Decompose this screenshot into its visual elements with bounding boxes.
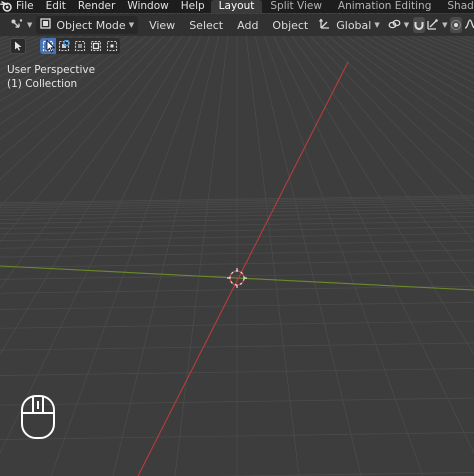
tab-animation-editing[interactable]: Animation Editing — [330, 0, 439, 13]
falloff-dropdown[interactable]: ▼ — [462, 16, 474, 34]
menu-object[interactable]: Object — [265, 19, 315, 32]
viewport-editor-icon — [10, 18, 24, 33]
select-tool-icon[interactable] — [10, 38, 26, 54]
select-subtract-icon[interactable] — [72, 38, 88, 54]
orientation-icon — [319, 18, 331, 33]
menu-add[interactable]: Add — [230, 19, 265, 32]
falloff-curve-icon — [464, 18, 474, 33]
viewport-header: ▼ Object Mode ▼ View Select Add Object G… — [0, 14, 474, 36]
chevron-down-icon: ▼ — [128, 21, 135, 29]
snap-target-dropdown[interactable]: ▼ — [425, 16, 449, 34]
transform-orientation-dropdown[interactable]: Global ▼ — [315, 16, 383, 34]
chevron-down-icon: ▼ — [27, 21, 33, 29]
select-extend-icon[interactable] — [56, 38, 72, 54]
magnet-icon[interactable] — [413, 17, 426, 33]
top-menu-bar: File Edit Render Window Help Layout Spli… — [0, 0, 474, 13]
menu-select[interactable]: Select — [182, 19, 230, 32]
mouse-cursor-icon — [46, 40, 55, 53]
chevron-down-icon: ▼ — [442, 21, 448, 29]
blender-logo-icon[interactable] — [0, 0, 12, 13]
select-intersect-icon[interactable] — [104, 38, 120, 54]
proportional-edit-icon[interactable] — [449, 17, 462, 33]
mode-dropdown[interactable]: Object Mode ▼ — [36, 16, 139, 34]
link-icon — [388, 18, 401, 33]
view-name-label: User Perspective — [7, 64, 96, 76]
chevron-down-icon: ▼ — [374, 21, 380, 29]
editor-type-button[interactable]: ▼ — [6, 16, 36, 34]
menu-render[interactable]: Render — [72, 0, 121, 13]
mouse-icon — [21, 395, 55, 439]
tab-shading[interactable]: Shading — [439, 0, 474, 13]
snap-increment-icon — [427, 18, 439, 33]
tool-settings-row — [10, 38, 120, 54]
pivot-point-dropdown[interactable]: ▼ — [384, 16, 413, 34]
menu-file[interactable]: File — [12, 0, 40, 13]
tab-split-view[interactable]: Split View — [262, 0, 330, 13]
mode-label: Object Mode — [56, 18, 126, 32]
chevron-down-icon: ▼ — [403, 21, 410, 29]
select-invert-icon[interactable] — [88, 38, 104, 54]
orientation-label: Global — [336, 18, 372, 32]
tab-layout[interactable]: Layout — [210, 0, 263, 13]
menu-view[interactable]: View — [142, 19, 182, 32]
menu-help[interactable]: Help — [175, 0, 211, 13]
menu-edit[interactable]: Edit — [40, 0, 72, 13]
collection-label: (1) Collection — [7, 78, 78, 90]
object-mode-icon — [40, 18, 52, 32]
menu-window[interactable]: Window — [121, 0, 174, 13]
